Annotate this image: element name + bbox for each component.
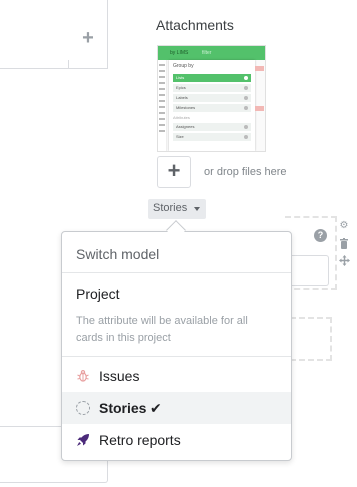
thumbnail-subheading: Attributes: [173, 115, 190, 120]
rocket-icon: [76, 433, 90, 447]
model-switch-trigger[interactable]: Stories: [148, 199, 206, 219]
model-option-retro-reports[interactable]: Retro reports: [62, 424, 291, 456]
help-icon[interactable]: ?: [314, 229, 327, 242]
project-scope-title[interactable]: Project: [76, 286, 120, 302]
thumbnail-row: Labels: [173, 94, 251, 102]
thumbnail-toolbar: by LIMS filter: [158, 46, 265, 60]
model-switch-trigger-label: Stories: [153, 202, 188, 214]
dashed-circle-icon: [76, 401, 90, 415]
thumbnail-toolbar-left: by LIMS: [170, 50, 189, 56]
check-icon: ✔: [150, 400, 162, 416]
model-option-issues[interactable]: Issues: [62, 360, 291, 392]
trash-icon[interactable]: [338, 238, 350, 250]
attachment-thumbnail[interactable]: by LIMS filter Group by Lists Epics Labe…: [157, 45, 266, 152]
attribute-dropzone-secondary: [290, 317, 332, 361]
left-panel-tick: [68, 60, 69, 69]
divider: [62, 356, 291, 357]
attribute-field[interactable]: [290, 255, 329, 286]
model-option-label: Retro reports: [99, 432, 181, 448]
bug-icon: [76, 369, 90, 383]
left-panel-border: [0, 68, 108, 69]
thumbnail-group-by: Group by: [173, 63, 194, 69]
gear-icon[interactable]: ⚙: [338, 220, 350, 232]
model-option-label: Stories: [99, 400, 147, 416]
project-scope-description: The attribute will be available for all …: [76, 315, 248, 344]
chevron-down-icon: [194, 207, 200, 211]
thumbnail-sidebar: [158, 60, 167, 151]
thumbnail-row: Lists: [173, 74, 251, 82]
left-panel-divider: [107, 0, 108, 69]
add-attachment-button[interactable]: +: [157, 156, 191, 188]
attachments-title: Attachments: [156, 17, 234, 33]
model-option-label: Issues: [99, 368, 140, 384]
thumbnail-label-chip: [255, 66, 264, 71]
thumbnail-row: Assignees: [173, 123, 251, 131]
popover-title: Switch model: [76, 246, 160, 262]
thumbnail-toolbar-right: filter: [202, 50, 212, 56]
thumbnail-label-chip: [255, 106, 264, 111]
thumbnail-dropdown: Group by Lists Epics Labels Milestones A…: [169, 60, 255, 151]
thumbnail-row: Epics: [173, 84, 251, 92]
add-icon[interactable]: +: [80, 28, 96, 48]
divider: [62, 272, 291, 273]
move-icon[interactable]: [338, 255, 350, 267]
thumbnail-row: Milestones: [173, 104, 251, 112]
thumbnail-row: Size: [173, 133, 251, 141]
drop-files-hint: or drop files here: [204, 166, 287, 178]
switch-model-popover: Switch model Project The attribute will …: [61, 231, 292, 461]
model-option-stories[interactable]: Stories ✔: [62, 392, 291, 424]
